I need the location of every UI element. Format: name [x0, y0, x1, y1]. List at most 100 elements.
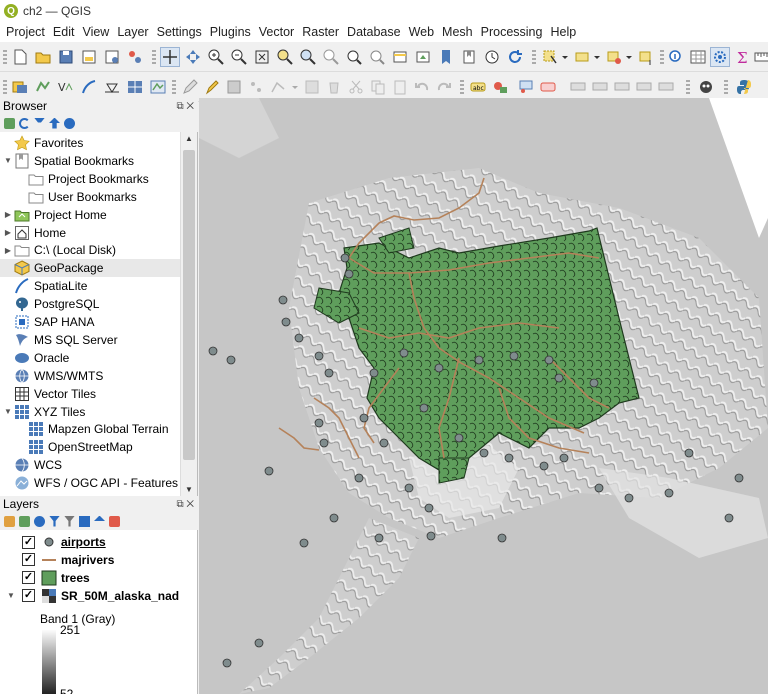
collapse-all-icon[interactable] [49, 117, 60, 129]
toolbar-grip[interactable] [686, 80, 690, 94]
add-selected-layers-icon[interactable] [4, 117, 15, 129]
browser-item[interactable]: WMS/WMTS [0, 367, 180, 385]
collapse-all-icon[interactable] [94, 515, 105, 521]
pan-to-selection-icon[interactable] [183, 47, 203, 67]
data-source-manager-icon[interactable] [10, 77, 30, 97]
refresh-icon[interactable] [19, 117, 30, 129]
browser-item[interactable]: PostgreSQL [0, 295, 180, 313]
toolbar-grip[interactable] [152, 50, 156, 64]
menu-edit[interactable]: Edit [49, 25, 79, 39]
change-label-icon[interactable] [634, 77, 654, 97]
map-svg[interactable] [199, 98, 768, 694]
temporal-controller-icon[interactable] [482, 47, 502, 67]
filter-expression-icon[interactable] [64, 515, 75, 527]
style-manager-icon[interactable] [125, 47, 145, 67]
filter-legend-icon[interactable] [49, 515, 60, 527]
airport-point[interactable] [299, 538, 309, 548]
show-hide-labels-icon[interactable] [656, 77, 676, 97]
airport-point[interactable] [354, 473, 364, 483]
layer-item[interactable]: ✓ majrivers [0, 551, 198, 569]
browser-item[interactable]: MS SQL Server [0, 331, 180, 349]
airport-point[interactable] [399, 348, 409, 358]
statistics-icon[interactable]: Σ [732, 47, 752, 67]
menu-raster[interactable]: Raster [298, 25, 343, 39]
airport-point[interactable] [344, 269, 354, 279]
menu-plugins[interactable]: Plugins [206, 25, 255, 39]
rotate-label-icon[interactable] [612, 77, 632, 97]
undo-icon[interactable] [412, 77, 432, 97]
layer-item[interactable]: ✓ airports [0, 533, 198, 551]
airport-point[interactable] [264, 466, 274, 476]
copy-features-icon[interactable] [368, 77, 388, 97]
move-label-icon[interactable] [590, 77, 610, 97]
airport-point[interactable] [424, 503, 434, 513]
airport-point[interactable] [559, 453, 569, 463]
airport-point[interactable] [329, 513, 339, 523]
add-wfs-icon[interactable] [148, 77, 168, 97]
pan-map-icon[interactable] [160, 47, 180, 67]
toolbar-grip[interactable] [532, 50, 536, 64]
select-location-icon[interactable] [636, 47, 656, 67]
refresh-icon[interactable] [505, 47, 525, 67]
browser-item[interactable]: WCS [0, 456, 180, 474]
redo-icon[interactable] [434, 77, 454, 97]
toolbar-grip[interactable] [724, 80, 728, 94]
airport-point[interactable] [544, 355, 554, 365]
panel-float-close-icon[interactable]: ⧉ ✕ [176, 497, 194, 513]
airport-point[interactable] [684, 448, 694, 458]
toolbar-grip[interactable] [3, 80, 7, 94]
layer-visibility-checkbox[interactable]: ✓ [22, 571, 35, 585]
layer-item[interactable]: ✓ trees [0, 569, 198, 587]
zoom-out-icon[interactable] [229, 47, 249, 67]
toolbar-grip[interactable] [172, 80, 176, 94]
browser-item[interactable]: Mapzen Global Terrain [0, 420, 180, 438]
browser-item[interactable]: ▼ XYZ Tiles [0, 403, 180, 421]
panel-float-close-icon[interactable]: ⧉ ✕ [176, 99, 194, 115]
browser-item[interactable]: GeoPackage [0, 259, 180, 278]
menu-layer[interactable]: Layer [113, 25, 152, 39]
airport-point[interactable] [340, 253, 350, 263]
airport-point[interactable] [374, 533, 384, 543]
airport-point[interactable] [314, 418, 324, 428]
browser-item[interactable]: SAP HANA [0, 313, 180, 331]
chevron-down-icon[interactable] [592, 47, 602, 67]
layout-manager-icon[interactable] [102, 47, 122, 67]
airport-point[interactable] [369, 368, 379, 378]
pin-labels-icon[interactable] [568, 77, 588, 97]
open-layer-styling-icon[interactable] [4, 515, 15, 527]
menu-vector[interactable]: Vector [255, 25, 298, 39]
airport-point[interactable] [419, 403, 429, 413]
add-group-icon[interactable] [19, 515, 30, 527]
airport-point[interactable] [624, 493, 634, 503]
delete-selected-icon[interactable] [324, 77, 344, 97]
add-delimited-text-icon[interactable]: V [56, 77, 76, 97]
vertex-tool-icon[interactable] [268, 77, 288, 97]
modify-attributes-icon[interactable] [302, 77, 322, 97]
expand-arrow-icon[interactable]: ▼ [0, 591, 22, 600]
scroll-down-icon[interactable]: ▼ [185, 485, 193, 494]
airport-point[interactable] [324, 368, 334, 378]
menu-view[interactable]: View [78, 25, 113, 39]
menu-help[interactable]: Help [546, 25, 580, 39]
menu-processing[interactable]: Processing [477, 25, 547, 39]
scroll-thumb[interactable] [183, 150, 195, 460]
paste-features-icon[interactable] [390, 77, 410, 97]
airport-point[interactable] [379, 438, 389, 448]
airport-point[interactable] [359, 413, 369, 423]
airport-point[interactable] [479, 448, 489, 458]
airport-point[interactable] [664, 488, 674, 498]
plugin-manager-icon[interactable] [696, 77, 716, 97]
select-by-expression-icon[interactable] [572, 47, 592, 67]
map-canvas[interactable] [199, 98, 768, 694]
label-rule-icon[interactable] [516, 77, 536, 97]
add-spatialite-icon[interactable] [79, 77, 99, 97]
browser-item[interactable]: ▼ Spatial Bookmarks [0, 152, 180, 170]
airport-point[interactable] [474, 355, 484, 365]
airport-point[interactable] [509, 351, 519, 361]
airport-point[interactable] [208, 346, 218, 356]
digitize-pencil-icon[interactable] [180, 77, 200, 97]
airport-point[interactable] [226, 355, 236, 365]
add-vector-layer-icon[interactable] [33, 77, 53, 97]
airport-point[interactable] [426, 531, 436, 541]
airport-point[interactable] [589, 378, 599, 388]
